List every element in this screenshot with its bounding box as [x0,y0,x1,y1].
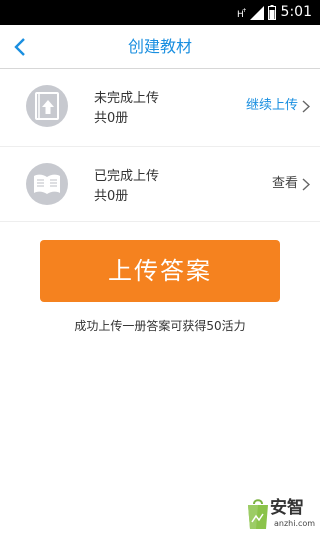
hplus-icon: H + [237,7,246,20]
chevron-right-icon [302,177,310,191]
continue-upload-link[interactable]: 继续上传 [246,97,310,115]
chevron-right-icon [302,99,310,113]
upload-book-icon [26,85,68,127]
row-count: 共0册 [94,189,129,204]
list-item-finished[interactable]: 已完成上传 共0册 查看 [0,146,320,223]
shopping-bag-icon [248,499,268,529]
action-label: 查看 [271,176,298,191]
status-time: 5:01 [280,4,312,20]
chevron-left-icon [14,38,25,56]
status-bar: H + 5:01 [0,0,320,25]
row-title: 未完成上传 [94,91,160,106]
reward-hint: 成功上传一册答案可获得50活力 [74,319,246,333]
list-item-unfinished[interactable]: 未完成上传 共0册 继续上传 [0,69,320,145]
row-count: 共0册 [94,111,129,126]
action-label: 继续上传 [245,98,298,113]
watermark-url: anzhi.com [274,519,316,528]
status-icons: H + [237,5,276,20]
svg-text:+: + [242,7,246,14]
watermark-brand: 安智 [270,498,304,518]
anzhi-watermark: 安智 anzhi.com [246,496,320,534]
row-title: 已完成上传 [94,169,160,184]
upload-answers-button[interactable]: 上传答案 [40,240,280,302]
open-book-icon [26,163,68,205]
signal-icon [250,6,264,20]
page-title: 创建教材 [127,37,192,56]
back-button[interactable] [6,33,34,61]
divider [0,221,320,222]
app-header: 创建教材 [0,25,320,69]
view-link[interactable]: 查看 [272,175,310,193]
battery-icon [268,5,276,20]
